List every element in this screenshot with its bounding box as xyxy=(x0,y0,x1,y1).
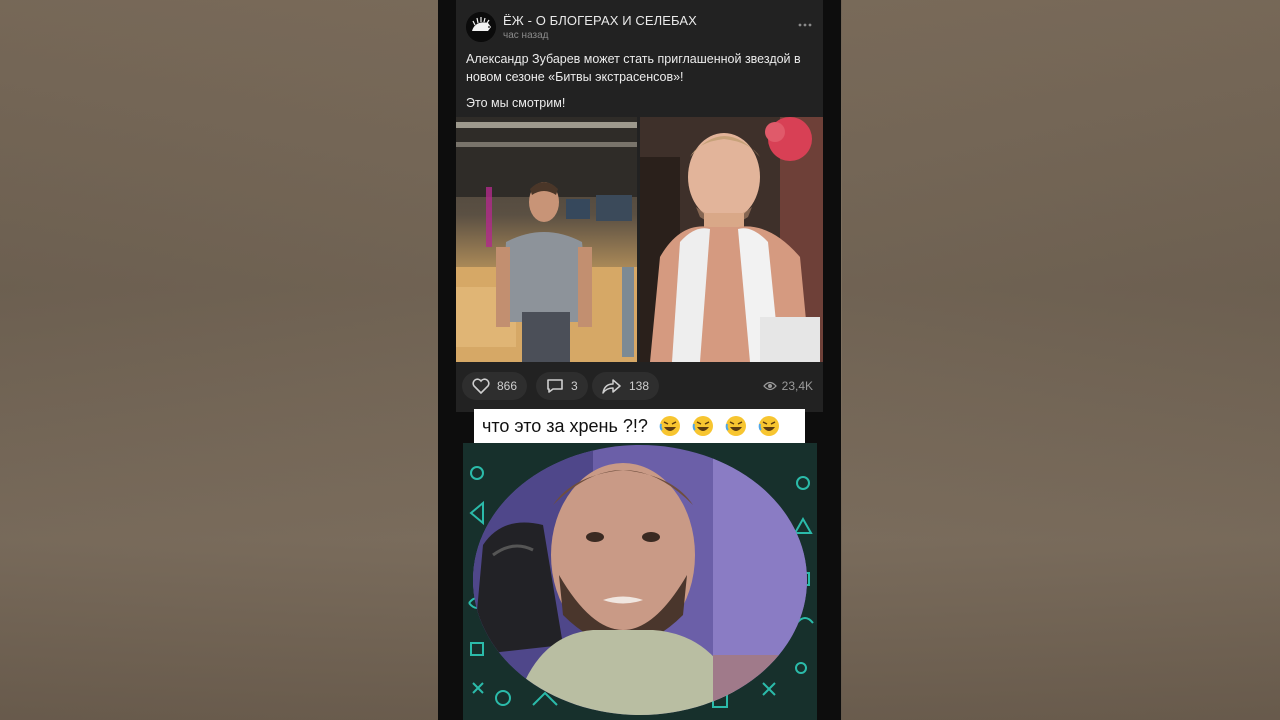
comment-button[interactable]: 3 xyxy=(536,372,588,400)
post-time: час назад xyxy=(503,30,549,41)
post-photo-left[interactable] xyxy=(456,117,637,362)
share-count: 138 xyxy=(629,379,650,393)
laughing-emoji-icon xyxy=(725,415,747,437)
view-count: 23,4K xyxy=(781,379,813,393)
more-icon[interactable] xyxy=(797,18,813,32)
phone-screen: ЁЖ - О БЛОГЕРАХ И СЕЛЕБАХ час назад Алек… xyxy=(438,0,841,720)
background-left xyxy=(0,0,438,720)
post-text: Александр Зубарев может стать приглашенн… xyxy=(466,50,816,120)
channel-avatar[interactable] xyxy=(466,12,496,42)
share-icon xyxy=(602,379,621,394)
post-header: ЁЖ - О БЛОГЕРАХ И СЕЛЕБАХ час назад xyxy=(466,10,813,46)
post-card: ЁЖ - О БЛОГЕРАХ И СЕЛЕБАХ час назад Алек… xyxy=(456,0,823,412)
laughing-emoji-icon xyxy=(758,415,780,437)
comment-count: 3 xyxy=(571,379,578,393)
hedgehog-logo-icon xyxy=(466,12,496,42)
post-actions-bar: 866 3 138 23,4K xyxy=(456,366,823,406)
laughing-emoji-icon xyxy=(659,415,681,437)
post-text-secondary: Это мы смотрим! xyxy=(466,96,566,110)
share-button[interactable]: 138 xyxy=(592,372,660,400)
video-message-background xyxy=(463,443,817,720)
laughing-emoji-icon xyxy=(692,415,714,437)
view-counter: 23,4K xyxy=(762,379,813,393)
like-button[interactable]: 866 xyxy=(462,372,528,400)
heart-icon xyxy=(472,378,490,394)
channel-name[interactable]: ЁЖ - О БЛОГЕРАХ И СЕЛЕБАХ xyxy=(503,13,697,28)
video-message-circle[interactable] xyxy=(473,445,807,715)
comment-icon xyxy=(547,379,563,393)
video-caption: что это за хрень ?!? xyxy=(474,409,805,443)
background-right xyxy=(842,0,1280,720)
like-count: 866 xyxy=(497,379,518,393)
post-text-main: Александр Зубарев может стать приглашенн… xyxy=(466,52,801,84)
caption-text: что это за хрень ?!? xyxy=(482,415,648,436)
eye-icon xyxy=(762,381,777,391)
post-photo-right[interactable] xyxy=(640,117,823,362)
